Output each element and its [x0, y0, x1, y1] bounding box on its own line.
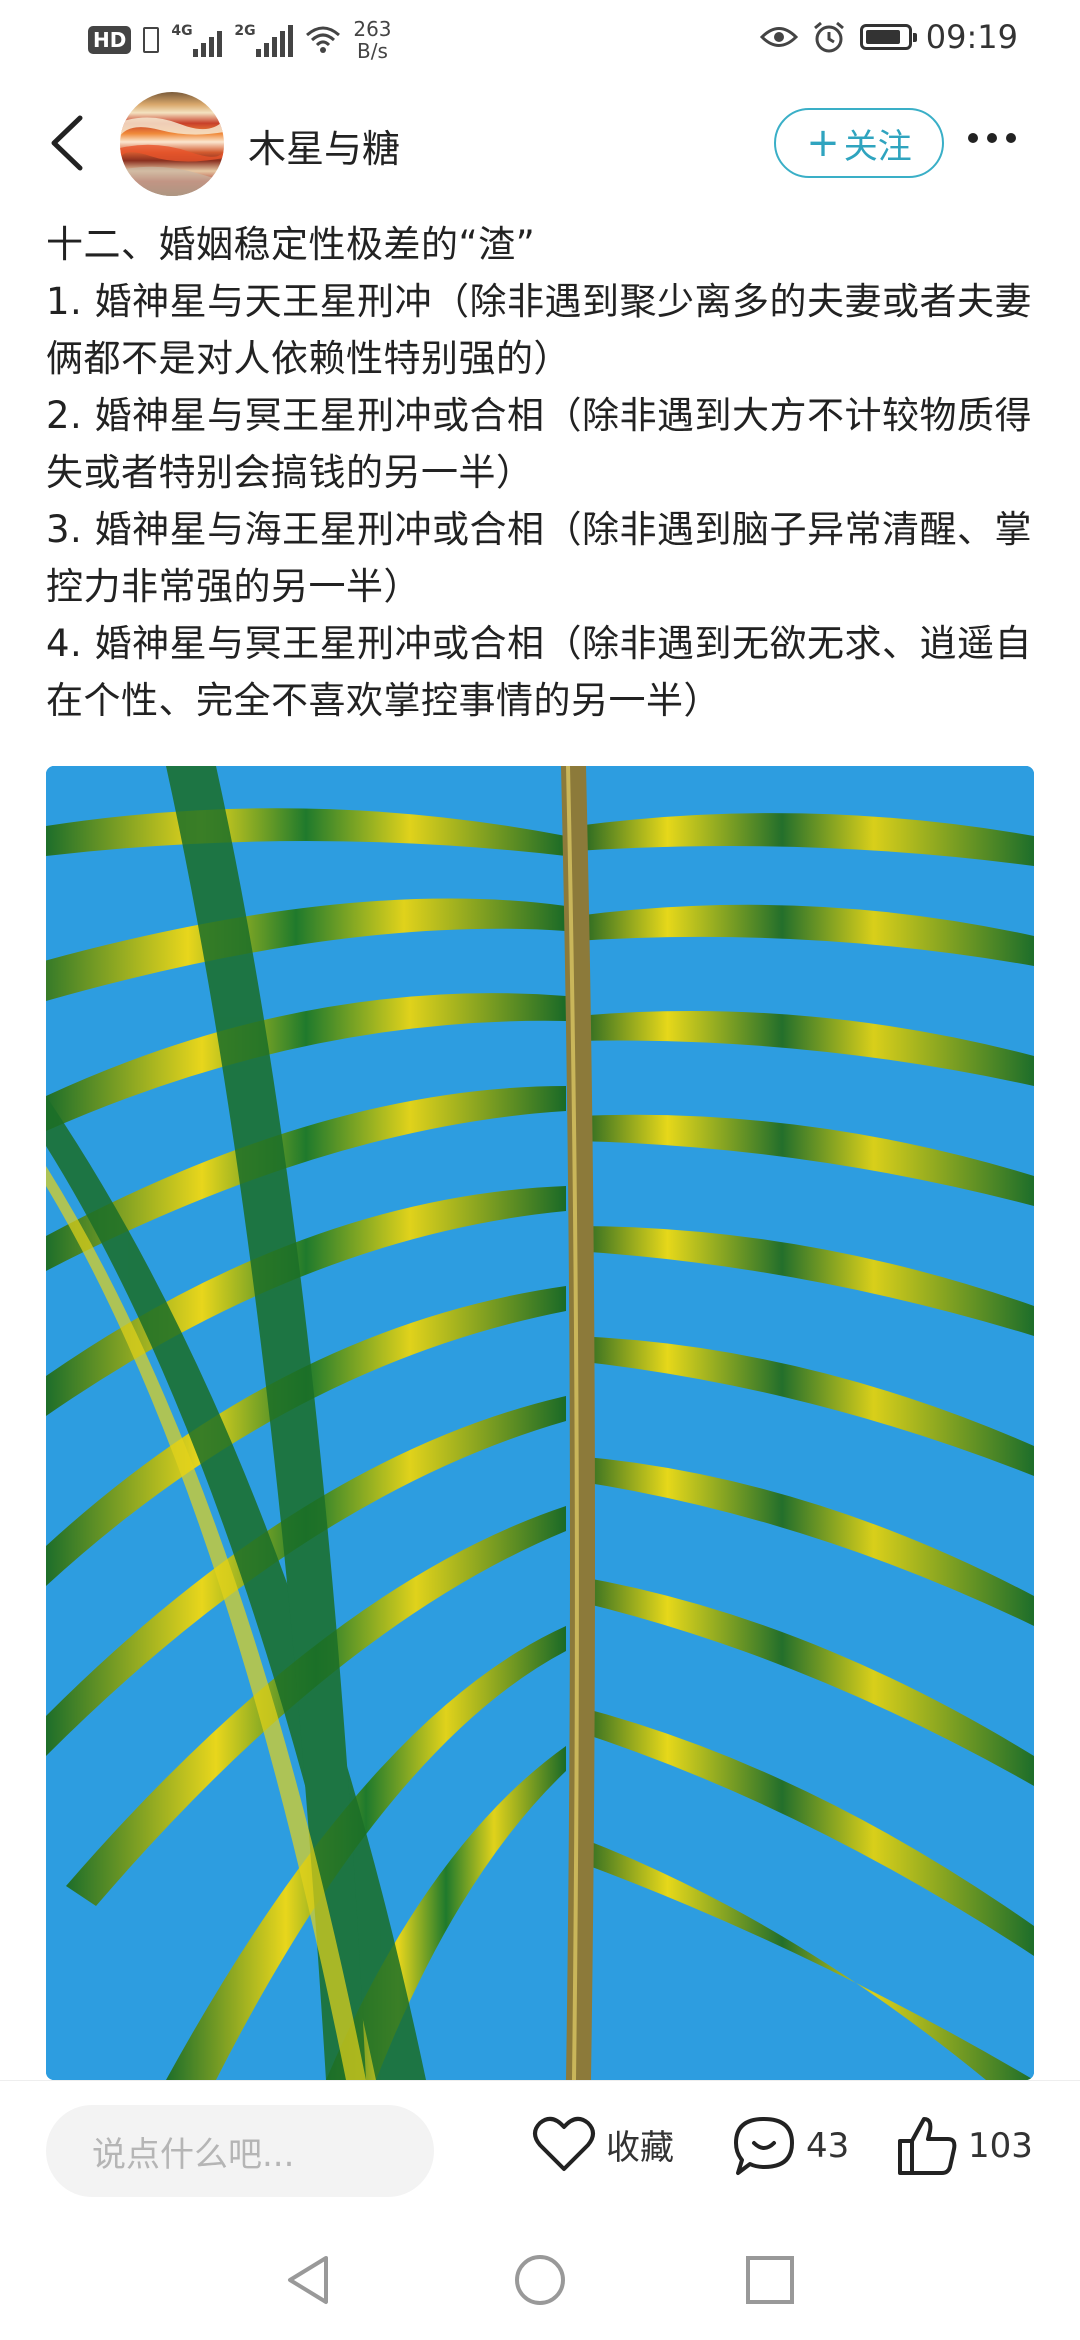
nav-back-icon[interactable]: [282, 2252, 334, 2308]
bottom-action-bar: 说点什么吧... 收藏 43 103: [0, 2080, 1080, 2221]
back-icon[interactable]: [40, 108, 100, 178]
plus-icon: +: [806, 120, 840, 166]
sim2-generation: 2G: [234, 23, 256, 39]
nav-home-icon[interactable]: [512, 2252, 568, 2308]
status-right: 09:19: [759, 18, 1018, 56]
network-speed-unit: B/s: [356, 39, 388, 63]
sim-icon: [143, 27, 160, 53]
system-navigation-bar: [0, 2220, 1080, 2340]
comment-bubble-icon: [734, 2117, 794, 2175]
post-image[interactable]: [46, 766, 1034, 2080]
signal-strength-icon: 4G: [171, 23, 223, 57]
follow-label: 关注: [843, 126, 912, 167]
palm-leaves-illustration: [46, 766, 1034, 2080]
post-header: 木星与糖 + 关注: [0, 90, 1080, 200]
article-paragraph-1: 1. 婚神星与天王星刑冲（除非遇到聚少离多的夫妻或者夫妻俩都不是对人依赖性特别强…: [46, 280, 1033, 380]
status-left: HD 4G 2G 263 B/s: [88, 18, 392, 62]
sim1-generation: 4G: [171, 23, 193, 39]
eye-comfort-icon: [759, 27, 798, 47]
comment-input[interactable]: 说点什么吧...: [46, 2105, 434, 2197]
hd-badge: HD: [88, 26, 132, 54]
wifi-icon: [306, 26, 341, 53]
article-heading: 十二、婚姻稳定性极差的“渣”: [46, 223, 536, 266]
thumbs-up-icon: [898, 2117, 957, 2175]
like-count: 103: [968, 2126, 1033, 2166]
alarm-icon: [813, 21, 844, 53]
favorite-label: 收藏: [606, 2127, 674, 2168]
comment-count: 43: [806, 2126, 850, 2166]
like-button[interactable]: 103: [896, 2115, 1033, 2177]
network-speed-value: 263: [353, 17, 392, 41]
username[interactable]: 木星与糖: [248, 118, 400, 173]
post-content: 十二、婚姻稳定性极差的“渣” 1. 婚神星与天王星刑冲（除非遇到聚少离多的夫妻或…: [46, 216, 1036, 729]
comment-button[interactable]: 43: [732, 2115, 849, 2177]
signal-strength-icon-sim2: 2G: [234, 23, 294, 57]
follow-button[interactable]: + 关注: [774, 108, 944, 178]
article-paragraph-2: 2. 婚神星与冥王星刑冲或合相（除非遇到大方不计较物质得失或者特别会搞钱的另一半…: [46, 394, 1033, 494]
clock: 09:19: [925, 18, 1018, 56]
favorite-button[interactable]: 收藏: [532, 2115, 674, 2173]
avatar-image: [120, 117, 224, 196]
article-paragraph-3: 3. 婚神星与海王星刑冲或合相（除非遇到脑子异常清醒、掌控力非常强的另一半）: [46, 508, 1033, 608]
network-speed: 263 B/s: [353, 18, 391, 62]
avatar[interactable]: [120, 92, 224, 196]
status-bar: HD 4G 2G 263 B/s 09:19: [0, 0, 1080, 80]
battery-icon: [859, 24, 917, 50]
heart-icon: [533, 2116, 595, 2171]
more-options-icon[interactable]: [968, 128, 1028, 148]
article-paragraph-4: 4. 婚神星与冥王星刑冲或合相（除非遇到无欲无求、逍遥自在个性、完全不喜欢掌控事…: [46, 622, 1033, 722]
nav-recents-icon[interactable]: [744, 2252, 796, 2308]
